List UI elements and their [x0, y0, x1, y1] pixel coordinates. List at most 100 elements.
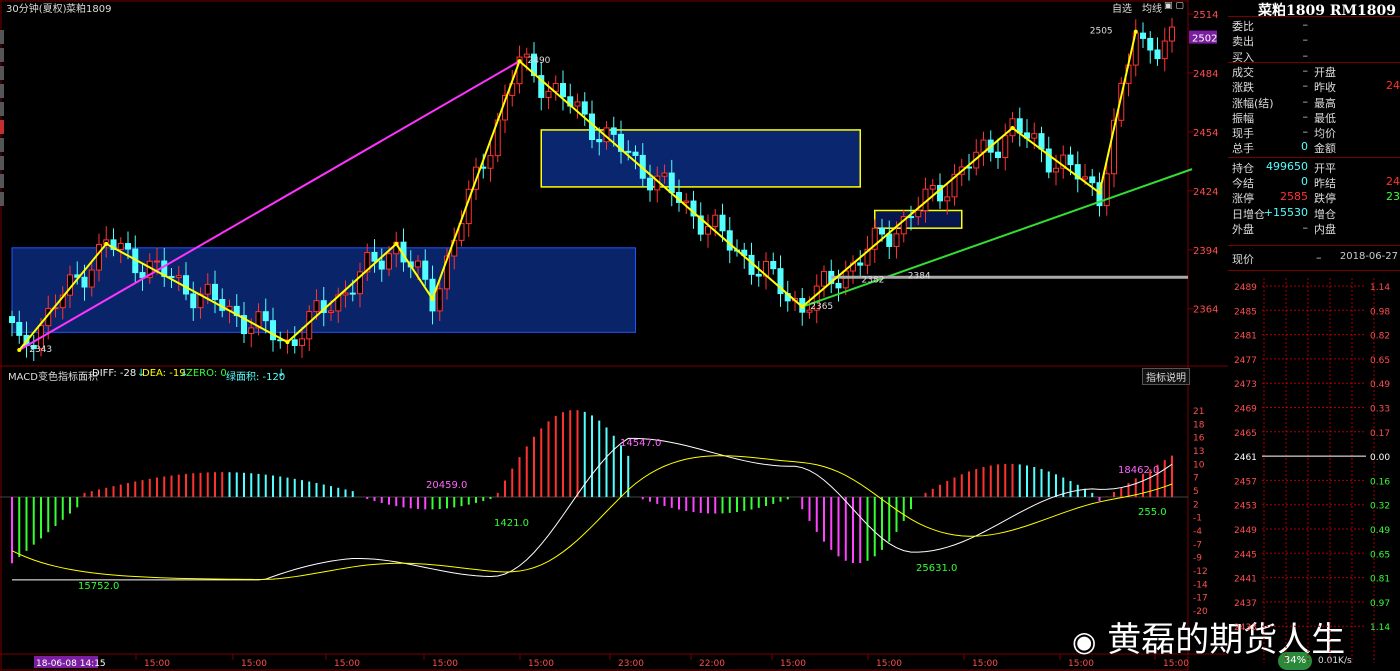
ladder-price: 2449 — [1234, 526, 1257, 536]
candle-body — [712, 214, 719, 227]
zigzag-point — [430, 296, 435, 301]
quote-field-value: 499650 — [1266, 159, 1308, 173]
quote-row: 涨幅(结) – 最高 — [1232, 95, 1400, 110]
quote-field-label: 最高 — [1314, 96, 1336, 110]
price-tick-label: 2394 — [1193, 246, 1218, 257]
zigzag-point — [517, 59, 522, 64]
price-tick-label: 2484 — [1193, 69, 1218, 80]
candle-body — [893, 233, 900, 247]
settings-icon[interactable]: ▣ ▢ — [1164, 1, 1184, 11]
side-tab — [0, 138, 4, 152]
zigzag-point — [1097, 190, 1102, 195]
candle-body — [386, 253, 392, 270]
ladder-price: 2433 — [1234, 623, 1257, 633]
candle-body — [125, 243, 131, 250]
candle-body — [574, 101, 581, 107]
current-price-label: 2502 — [1192, 34, 1217, 45]
candle-body — [683, 200, 690, 203]
quote-field-label: 外盘 — [1232, 222, 1254, 236]
timeframe-label[interactable]: 30分钟(夏权) — [6, 0, 67, 15]
ladder-price: 2453 — [1234, 502, 1257, 512]
candle-body — [1154, 49, 1161, 60]
macd-tick-label: 13 — [1193, 447, 1204, 457]
side-tab — [0, 66, 4, 80]
candle-body — [1169, 26, 1175, 42]
candle-body — [944, 196, 951, 202]
price-annotation: 2490 — [528, 56, 551, 66]
time-tick-label: 15:00 — [432, 659, 458, 669]
macd-diff: DIFF: -28 — [92, 368, 137, 379]
ladder-price: 2485 — [1234, 307, 1257, 317]
quote-field-label: 卖出 — [1232, 35, 1254, 49]
candle-body — [886, 233, 893, 247]
price-tick-label: 2454 — [1193, 128, 1218, 139]
quote-field-label: 今结 — [1232, 177, 1254, 190]
chart-canvas: 2514 2484 2454 2424 2394 2364 2502 2343 2490 2365… — [0, 0, 1228, 671]
candle-body — [995, 151, 1001, 159]
quote-row: 涨跌 – 昨收 24 — [1232, 79, 1400, 94]
candle-body — [248, 327, 255, 335]
quote-field-value: – — [1302, 94, 1309, 108]
candle-body — [96, 243, 102, 271]
candle-body — [16, 321, 23, 336]
macd-area-label: 20459.0 — [426, 480, 467, 491]
quote-divider — [1228, 16, 1400, 17]
chart-frame — [0, 0, 1189, 671]
quote-field-value: 2585 — [1280, 190, 1308, 204]
macd-area-label: 14547.0 — [620, 438, 661, 449]
zigzag-point — [1133, 29, 1138, 34]
indicator-help-button[interactable]: 指标说明 — [1142, 368, 1190, 385]
price-tick-label: 2424 — [1193, 187, 1218, 198]
candle-body — [88, 269, 95, 288]
quote-field-label: 内盘 — [1314, 222, 1336, 236]
quote-row: 持仓 499650 开平 — [1232, 160, 1400, 175]
ladder-price: 2457 — [1234, 477, 1257, 487]
quote-field-label: 日增仓 — [1232, 207, 1265, 221]
ladder-pct: 0.98 — [1370, 307, 1390, 317]
quote-field-label: 开盘 — [1314, 65, 1336, 79]
candle-body — [821, 270, 827, 287]
macd-area-label: 1421.0 — [494, 518, 529, 529]
candle-body — [610, 127, 617, 135]
quote-field-value: – — [1302, 125, 1309, 139]
candle-body — [175, 275, 182, 279]
ladder-price: 2477 — [1234, 356, 1257, 366]
macd-tick-label: 16 — [1193, 434, 1205, 444]
quote-field-value: – — [1302, 220, 1309, 234]
ladder-price: 2465 — [1234, 429, 1257, 439]
candle-body — [581, 101, 588, 115]
quote-row: 总手 0 金额 — [1232, 140, 1400, 155]
watchlist-button[interactable]: 自选 — [1112, 0, 1132, 15]
candle-body — [349, 292, 356, 295]
ladder-pct: 0.65 — [1370, 550, 1390, 560]
macd-tick-label: -7 — [1193, 540, 1202, 550]
quote-field-label: 最低 — [1314, 111, 1336, 125]
price-annotation: 2505 — [1090, 27, 1113, 37]
zigzag-point — [800, 304, 805, 309]
ladder-pct: 0.00 — [1370, 453, 1390, 463]
ladder-price: 2441 — [1234, 575, 1257, 585]
time-tick-label: 22:00 — [699, 659, 725, 669]
ma-button[interactable]: 均线 — [1142, 0, 1162, 15]
price-ladder: 2489 1.14 2485 0.98 2481 0.82 2477 0.65 2473 0.49… — [1234, 278, 1390, 663]
quote-field-label: 开平 — [1314, 161, 1336, 175]
quote-field-value: 24 — [1386, 79, 1400, 93]
candle-body — [842, 270, 849, 289]
candle-body — [560, 83, 566, 98]
candle-body — [545, 90, 552, 98]
candle-body — [212, 283, 218, 301]
macd-area-label: 25631.0 — [916, 563, 957, 574]
quote-field-label: 委比 — [1232, 20, 1254, 33]
candle-body — [422, 260, 429, 280]
time-tick-label: 18-06-08 14:15 — [36, 659, 106, 669]
ladder-price: 2481 — [1234, 332, 1257, 342]
quote-row: 委比 – — [1232, 18, 1400, 33]
macd-tick-label: 21 — [1193, 407, 1204, 417]
candle-body — [183, 275, 189, 295]
ladder-pct: 0.17 — [1370, 429, 1390, 439]
quote-field-value: – — [1302, 48, 1309, 62]
candle-body — [262, 311, 269, 322]
quote-panel: 菜粕1809 RM1809 委比 – 卖出 – 买入 – 成交 – 开盘 涨跌 – 昨收 24 涨幅(结)… — [1228, 0, 1400, 671]
symbol-label: 菜粕1809 — [66, 4, 112, 15]
ladder-pct: 0.81 — [1370, 575, 1390, 585]
